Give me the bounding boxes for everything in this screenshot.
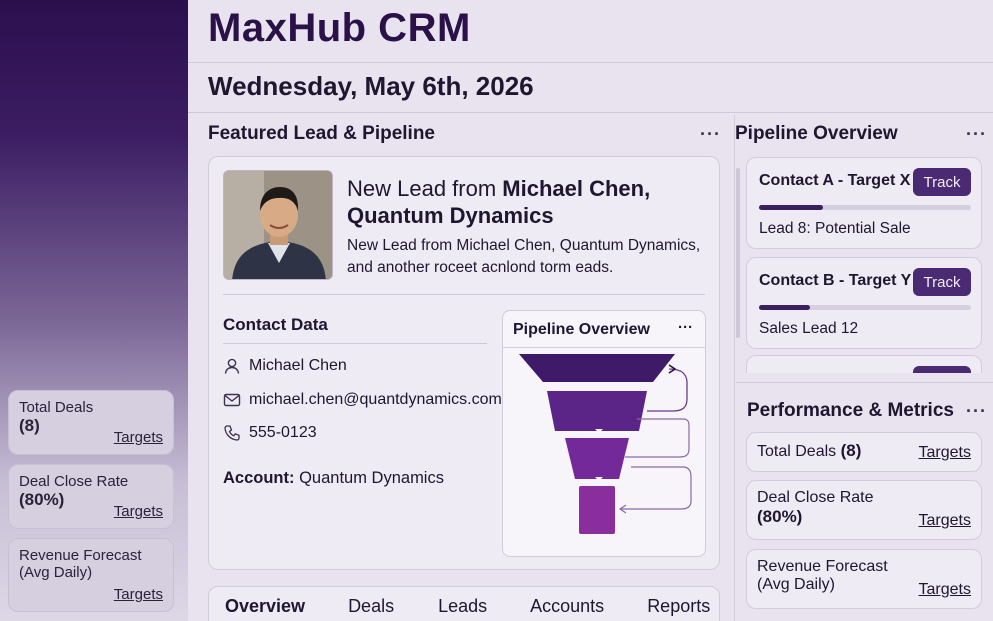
metric-card-revenue-forecast[interactable]: Revenue Forecast (Avg Daily) Targets (746, 549, 982, 609)
funnel-stage-4 (579, 486, 615, 534)
pipeline-item-title: Contact A - Target X (759, 172, 911, 189)
pipeline-progress-bar (759, 205, 971, 210)
sidebar-targets-link[interactable]: Targets (114, 503, 163, 520)
sidebar-card-revenue-forecast[interactable]: Revenue Forecast (Avg Daily) Targets (8, 538, 174, 612)
featured-lead-card: New Lead from Michael Chen, Quantum Dyna… (208, 156, 720, 570)
funnel-diagram (519, 354, 692, 534)
contact-phone-row[interactable]: 555-0123 (223, 424, 317, 442)
lead-headline: New Lead from Michael Chen, Quantum Dyna… (347, 175, 707, 229)
funnel-stage-3 (565, 438, 629, 479)
main-area: MaxHub CRM Wednesday, May 6th, 2026 Feat… (188, 0, 993, 621)
track-button[interactable]: Track (913, 168, 971, 196)
tab-reports[interactable]: Reports (647, 596, 710, 617)
metric-label: Revenue Forecast (757, 558, 888, 575)
account-row: Account: Quantum Dynamics (223, 469, 444, 488)
person-photo-icon (224, 171, 332, 279)
sidebar-card-label-sub: (Avg Daily) (19, 564, 93, 581)
contact-data-title: Contact Data (223, 315, 328, 334)
pipeline-funnel-card: Pipeline Overview ··· (502, 310, 706, 557)
contact-phone[interactable]: 555-0123 (249, 424, 317, 442)
contact-email-row[interactable]: michael.chen@quantdynamics.com (223, 391, 502, 409)
pipeline-item[interactable]: Contact A - Target X Track Lead 8: Poten… (746, 157, 982, 249)
pipeline-menu-icon[interactable]: ··· (966, 124, 987, 145)
track-button-partial[interactable] (913, 366, 971, 373)
arrow-loop-icon (621, 466, 692, 510)
targets-link[interactable]: Targets (919, 512, 971, 530)
targets-link[interactable]: Targets (919, 444, 971, 462)
lead-headline-prefix: New Lead from (347, 176, 503, 201)
person-icon (224, 358, 240, 374)
funnel-connector (595, 382, 603, 386)
sidebar-card-value: (80%) (19, 490, 65, 509)
mail-icon (223, 393, 241, 407)
sidebar-card-value: (8) (19, 416, 40, 435)
app-title: MaxHub CRM (208, 6, 471, 50)
funnel-stage-1 (519, 354, 675, 382)
targets-link[interactable]: Targets (919, 581, 971, 599)
pipeline-progress-bar (759, 305, 971, 310)
pipeline-item[interactable]: Contact B - Target Y Track Sales Lead 12 (746, 257, 982, 349)
divider (188, 112, 993, 113)
date-heading: Wednesday, May 6th, 2026 (208, 71, 534, 101)
funnel-menu-icon[interactable]: ··· (678, 319, 693, 336)
featured-menu-icon[interactable]: ··· (700, 124, 721, 145)
divider (503, 347, 705, 348)
column-divider (734, 115, 735, 621)
track-button[interactable]: Track (913, 268, 971, 296)
sidebar-card-close-rate[interactable]: Deal Close Rate (80%) Targets (8, 464, 174, 529)
pipeline-progress-fill (759, 305, 810, 310)
divider (736, 382, 993, 383)
sidebar-targets-link[interactable]: Targets (114, 429, 163, 446)
sidebar-targets-link[interactable]: Targets (114, 586, 163, 603)
account-value: Quantum Dynamics (299, 469, 444, 487)
performance-title: Performance & Metrics (747, 400, 954, 421)
pipeline-item-subtitle: Sales Lead 12 (759, 320, 859, 337)
metric-value: (80%) (757, 507, 803, 526)
tab-accounts[interactable]: Accounts (530, 596, 604, 617)
metric-value: (8) (840, 441, 862, 460)
metric-label: Deal Close Rate (757, 489, 874, 506)
sidebar-card-label: Deal Close Rate (19, 473, 129, 490)
pipeline-progress-fill (759, 205, 823, 210)
contact-email[interactable]: michael.chen@quantdynamics.com (249, 391, 502, 409)
performance-menu-icon[interactable]: ··· (966, 401, 987, 422)
tab-leads[interactable]: Leads (438, 596, 487, 617)
contact-name-row: Michael Chen (223, 357, 347, 375)
tab-deals[interactable]: Deals (348, 596, 394, 617)
divider (223, 343, 487, 344)
sidebar-card-total-deals[interactable]: Total Deals (8) Targets (8, 390, 174, 455)
divider (188, 62, 993, 63)
funnel-stage-2 (547, 391, 647, 431)
divider (223, 294, 705, 295)
pipeline-item-partial[interactable] (746, 355, 982, 373)
sidebar-card-label: Revenue Forecast (19, 547, 142, 564)
metric-label: Total Deals (757, 443, 837, 460)
pipeline-item-title: Contact B - Target Y (759, 272, 912, 289)
featured-section-title: Featured Lead & Pipeline (208, 123, 435, 144)
pipeline-overview-title: Pipeline Overview (735, 123, 898, 144)
lead-description: New Lead from Michael Chen, Quantum Dyna… (347, 237, 701, 276)
sidebar: Total Deals (8) Targets Deal Close Rate … (0, 0, 188, 621)
contact-name: Michael Chen (249, 357, 347, 374)
metric-card-total-deals[interactable]: Total Deals (8) Targets (746, 432, 982, 472)
tab-overview[interactable]: Overview (225, 596, 305, 617)
pipeline-item-subtitle: Lead 8: Potential Sale (759, 220, 911, 237)
tab-bar: Overview Deals Leads Accounts Reports (208, 586, 720, 621)
account-label: Account: (223, 469, 295, 487)
funnel-title: Pipeline Overview (513, 321, 650, 338)
phone-icon (224, 425, 240, 441)
metric-card-close-rate[interactable]: Deal Close Rate (80%) Targets (746, 480, 982, 540)
pipeline-scrollbar[interactable] (736, 168, 740, 338)
lead-avatar (223, 170, 333, 280)
sidebar-card-label: Total Deals (19, 399, 94, 416)
